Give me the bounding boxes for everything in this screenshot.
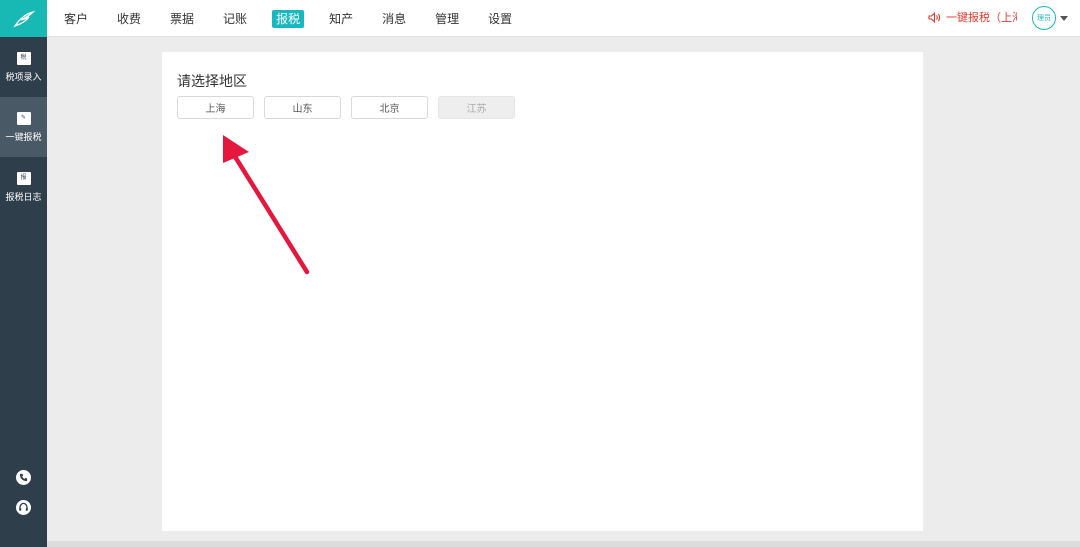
chevron-down-icon[interactable] [1060,16,1068,21]
annotation-arrow-icon [223,135,310,275]
sidebar: 税 税项录入 ✎ 一键报税 报 报税日志 [0,0,47,547]
nav-item-customers[interactable]: 客户 [60,10,92,28]
avatar-text: 理员 [1037,14,1051,22]
feather-logo-icon [12,10,35,27]
sidebar-item-label: 报税日志 [5,192,42,203]
sidebar-item-one-click-tax[interactable]: ✎ 一键报税 [0,97,47,157]
top-bar: 客户 收费 票据 记账 报税 知产 消息 管理 设置 一键报税（上海 理员 [47,0,1080,37]
nav-item-bookkeeping[interactable]: 记账 [219,10,251,28]
edit-icon: ✎ [16,111,31,125]
quick-tax-label: 一键报税（上海 [946,11,1017,24]
phone-button[interactable] [0,470,47,485]
sidebar-item-tax-entry[interactable]: 税 税项录入 [0,37,47,97]
nav-item-tax-filing[interactable]: 报税 [272,9,305,28]
region-button-shanghai[interactable]: 上海 [177,96,254,119]
avatar[interactable]: 理员 [1032,6,1056,30]
sidebar-item-label: 税项录入 [5,72,42,83]
nav-item-ip[interactable]: 知产 [325,10,357,28]
nav-item-management[interactable]: 管理 [431,10,463,28]
quick-tax-link[interactable]: 一键报税（上海 [928,9,1017,25]
tax-entry-icon: 税 [16,51,31,65]
headset-icon [16,500,31,515]
region-button-beijing[interactable]: 北京 [351,96,428,119]
phone-icon [16,470,31,485]
support-button[interactable] [0,500,47,515]
region-button-shandong[interactable]: 山东 [264,96,341,119]
sidebar-item-label: 一键报税 [5,132,42,143]
bottom-strip [47,541,1080,547]
nav-item-messages[interactable]: 消息 [378,10,410,28]
nav-item-billing[interactable]: 收费 [113,10,145,28]
nav-item-invoices[interactable]: 票据 [166,10,198,28]
region-button-group: 上海 山东 北京 江苏 [177,96,525,119]
page-title: 请选择地区 [177,74,247,90]
speaker-icon [928,11,941,23]
nav-item-settings[interactable]: 设置 [484,10,516,28]
logo[interactable] [0,0,47,37]
sidebar-item-tax-log[interactable]: 报 报税日志 [0,157,47,217]
log-icon: 报 [16,171,31,185]
main-nav: 客户 收费 票据 记账 报税 知产 消息 管理 设置 [60,0,537,37]
region-button-jiangsu: 江苏 [438,96,515,119]
region-select-panel: 请选择地区 上海 山东 北京 江苏 [162,52,923,531]
